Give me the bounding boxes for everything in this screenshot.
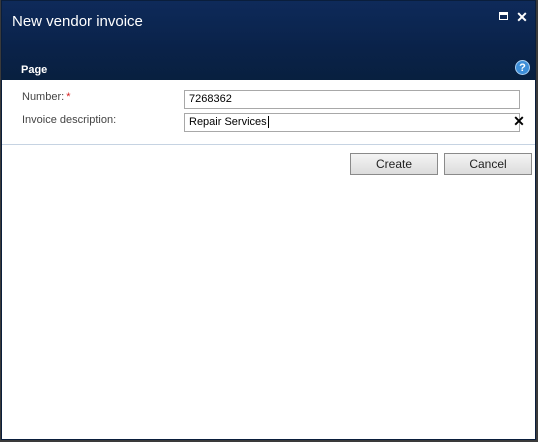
required-marker: *: [66, 91, 71, 103]
dialog-title: New vendor invoice: [12, 13, 143, 30]
help-icon[interactable]: ?: [515, 60, 530, 75]
tab-page[interactable]: Page: [21, 64, 47, 76]
maximize-icon[interactable]: [497, 10, 511, 24]
invoice-description-field[interactable]: Repair Services: [184, 113, 520, 132]
number-value: 7268362: [189, 93, 232, 105]
text-caret: [267, 116, 269, 129]
number-label-text: Number:: [22, 91, 65, 103]
create-button[interactable]: Create: [350, 153, 438, 175]
cancel-button[interactable]: Cancel: [444, 153, 532, 175]
close-icon[interactable]: ✕: [515, 10, 529, 24]
invoice-description-label: Invoice description:: [22, 114, 117, 126]
form-separator: [2, 144, 535, 145]
clear-icon[interactable]: ✕: [512, 114, 526, 128]
number-label: Number: *: [22, 91, 70, 103]
new-vendor-invoice-dialog: New vendor invoice ✕ Page ? Number: * 726…: [1, 0, 536, 440]
invoice-description-value: Repair Services: [189, 116, 267, 128]
number-field[interactable]: 7268362: [184, 90, 520, 109]
dialog-header: New vendor invoice ✕ Page ?: [2, 1, 535, 80]
